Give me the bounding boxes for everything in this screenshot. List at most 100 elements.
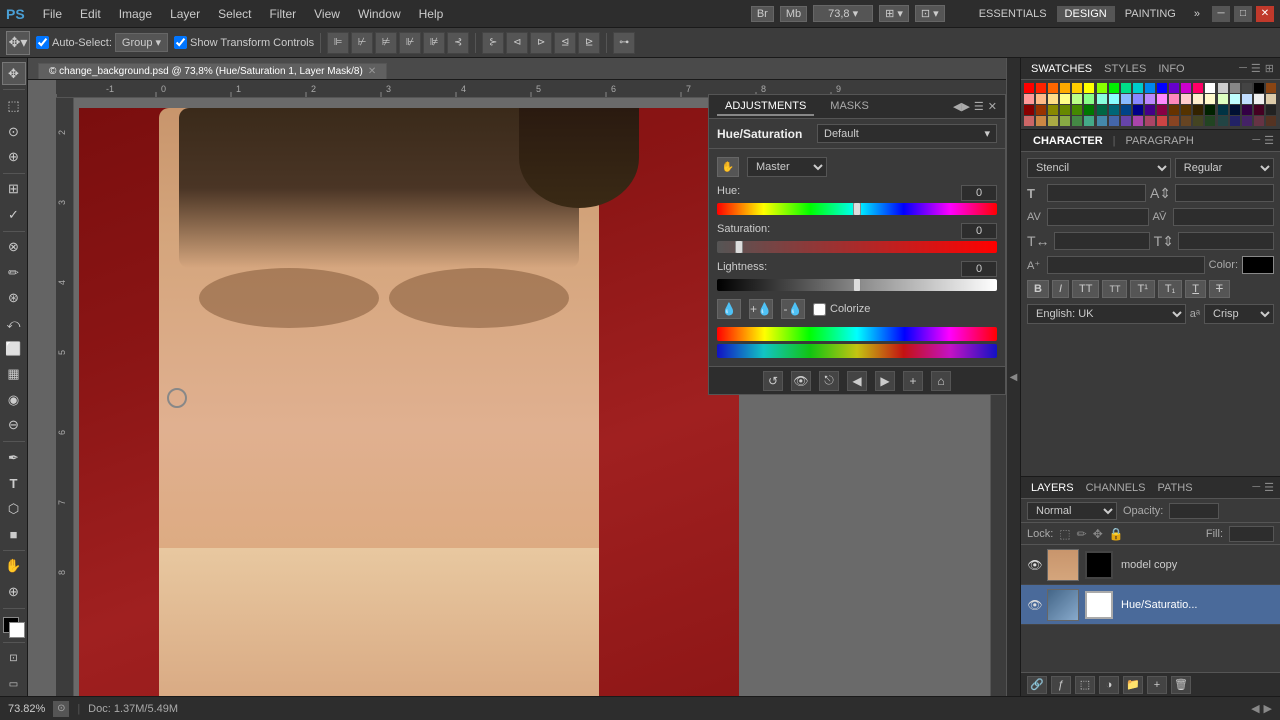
swatch[interactable] [1266, 83, 1276, 93]
swatch[interactable] [1097, 116, 1107, 126]
swatch[interactable] [1193, 105, 1203, 115]
menu-select[interactable]: Select [210, 5, 259, 23]
swatch[interactable] [1205, 105, 1215, 115]
swatch[interactable] [1048, 83, 1058, 93]
swatch[interactable] [1072, 116, 1082, 126]
show-transform-checkbox[interactable] [174, 36, 187, 49]
swatch[interactable] [1121, 83, 1131, 93]
move-tool[interactable]: ✥ [2, 62, 26, 85]
kerning-input[interactable] [1047, 208, 1149, 226]
pen-tool[interactable]: ✒ [2, 446, 26, 469]
swatch[interactable] [1157, 116, 1167, 126]
swatch[interactable] [1242, 105, 1252, 115]
swatch[interactable] [1121, 105, 1131, 115]
layer-link-btn[interactable]: 🔗 [1027, 676, 1047, 694]
sat-value-input[interactable] [961, 223, 997, 239]
v-scale-input[interactable]: 100% [1178, 232, 1274, 250]
eyedropper-tool[interactable]: ✓ [2, 203, 26, 226]
swatch[interactable] [1230, 83, 1240, 93]
eyedropper-sample-btn[interactable]: 💧 [717, 299, 741, 319]
all-caps-btn[interactable]: TT [1072, 280, 1099, 298]
align-center-h[interactable]: ⊬ [351, 32, 373, 54]
swatch[interactable] [1048, 105, 1058, 115]
swatch[interactable] [1181, 105, 1191, 115]
dist-center-h[interactable]: ⊲ [506, 32, 528, 54]
brush-tool[interactable]: ✏ [2, 261, 26, 284]
swatch-white[interactable] [1205, 83, 1215, 93]
swatch[interactable] [1266, 94, 1276, 104]
swatch[interactable] [1121, 116, 1131, 126]
swatch[interactable] [1072, 83, 1082, 93]
adj-expand-btn[interactable]: ◀▶ [953, 100, 970, 113]
swatch[interactable] [1218, 116, 1228, 126]
background-color[interactable] [9, 622, 25, 638]
bold-btn[interactable]: B [1027, 280, 1049, 298]
swatch[interactable] [1242, 83, 1252, 93]
swatch[interactable] [1109, 116, 1119, 126]
history-brush-tool[interactable]: ⤺ [2, 312, 26, 335]
font-size-input[interactable]: 60 pt [1047, 184, 1146, 202]
swatches-menu[interactable]: ☰ [1251, 62, 1261, 75]
dist-top[interactable]: ⊴ [554, 32, 576, 54]
dist-left[interactable]: ⊱ [482, 32, 504, 54]
h-scale-input[interactable]: 100% [1054, 232, 1150, 250]
sat-thumb[interactable] [735, 241, 743, 253]
swatch[interactable] [1097, 83, 1107, 93]
hand-tool[interactable]: ✋ [2, 555, 26, 578]
fill-input[interactable]: 100% [1229, 526, 1274, 542]
adj-prev-btn[interactable]: ◀ [847, 371, 867, 391]
sat-track[interactable] [717, 241, 997, 253]
window-minimize[interactable]: ─ [1212, 6, 1230, 22]
shape-tool[interactable]: ■ [2, 522, 26, 545]
swatches-expand[interactable]: ⊞ [1265, 62, 1274, 75]
colorize-checkbox[interactable] [813, 303, 826, 316]
dist-right[interactable]: ⊳ [530, 32, 552, 54]
hue-value-input[interactable] [961, 185, 997, 201]
br-badge[interactable]: Br [751, 6, 774, 22]
layer-visibility-model[interactable]: 👁 [1027, 557, 1043, 573]
swatch[interactable] [1036, 105, 1046, 115]
leading-input[interactable]: (Auto) [1175, 184, 1274, 202]
rectangular-marquee-tool[interactable]: ⬚ [2, 94, 26, 117]
layers-tab-paths[interactable]: PATHS [1154, 480, 1197, 496]
swatch[interactable] [1157, 105, 1167, 115]
swatch[interactable] [1193, 94, 1203, 104]
menu-image[interactable]: Image [111, 5, 160, 23]
light-thumb[interactable] [853, 279, 861, 291]
quick-selection-tool[interactable]: ⊕ [2, 145, 26, 168]
zoom-badge[interactable]: 73,8 ▾ [813, 5, 873, 22]
align-left[interactable]: ⊫ [327, 32, 349, 54]
swatch[interactable] [1084, 105, 1094, 115]
char-menu[interactable]: ☰ [1264, 134, 1274, 147]
layer-mask-btn[interactable]: ⬚ [1075, 676, 1095, 694]
crop-tool[interactable]: ⊞ [2, 178, 26, 201]
adj-tab-masks[interactable]: MASKS [822, 98, 877, 116]
quick-mask-btn[interactable]: ⊡ [2, 647, 26, 670]
superscript-btn[interactable]: T¹ [1130, 280, 1154, 298]
align-center-v[interactable]: ⊯ [423, 32, 445, 54]
swatches-tab[interactable]: SWATCHES [1027, 61, 1096, 77]
layers-tab-channels[interactable]: CHANNELS [1082, 480, 1150, 496]
swatch[interactable] [1205, 116, 1215, 126]
char-minimize[interactable]: ─ [1252, 134, 1260, 147]
swatch[interactable] [1097, 105, 1107, 115]
adj-trash-btn[interactable]: ⎋ [819, 371, 839, 391]
swatch[interactable] [1048, 94, 1058, 104]
swatch[interactable] [1060, 105, 1070, 115]
layer-style-btn[interactable]: ƒ [1051, 676, 1071, 694]
auto-align[interactable]: ⊶ [613, 32, 635, 54]
menu-layer[interactable]: Layer [162, 5, 208, 23]
swatch[interactable] [1242, 94, 1252, 104]
swatches-minimize[interactable]: ─ [1239, 62, 1247, 75]
document-tab[interactable]: © change_background.psd @ 73,8% (Hue/Sat… [38, 63, 387, 79]
small-caps-btn[interactable]: TT [1102, 280, 1127, 298]
auto-select-dropdown[interactable]: Group▾ [115, 33, 168, 52]
swatch[interactable] [1145, 116, 1155, 126]
menu-view[interactable]: View [306, 5, 348, 23]
swatch[interactable] [1242, 116, 1252, 126]
lock-transparent-btn[interactable]: ⬚ [1059, 527, 1070, 541]
layer-item-model-copy[interactable]: 👁 model copy [1021, 545, 1280, 585]
swatch[interactable] [1060, 94, 1070, 104]
swatch[interactable] [1072, 105, 1082, 115]
swatch[interactable] [1036, 83, 1046, 93]
